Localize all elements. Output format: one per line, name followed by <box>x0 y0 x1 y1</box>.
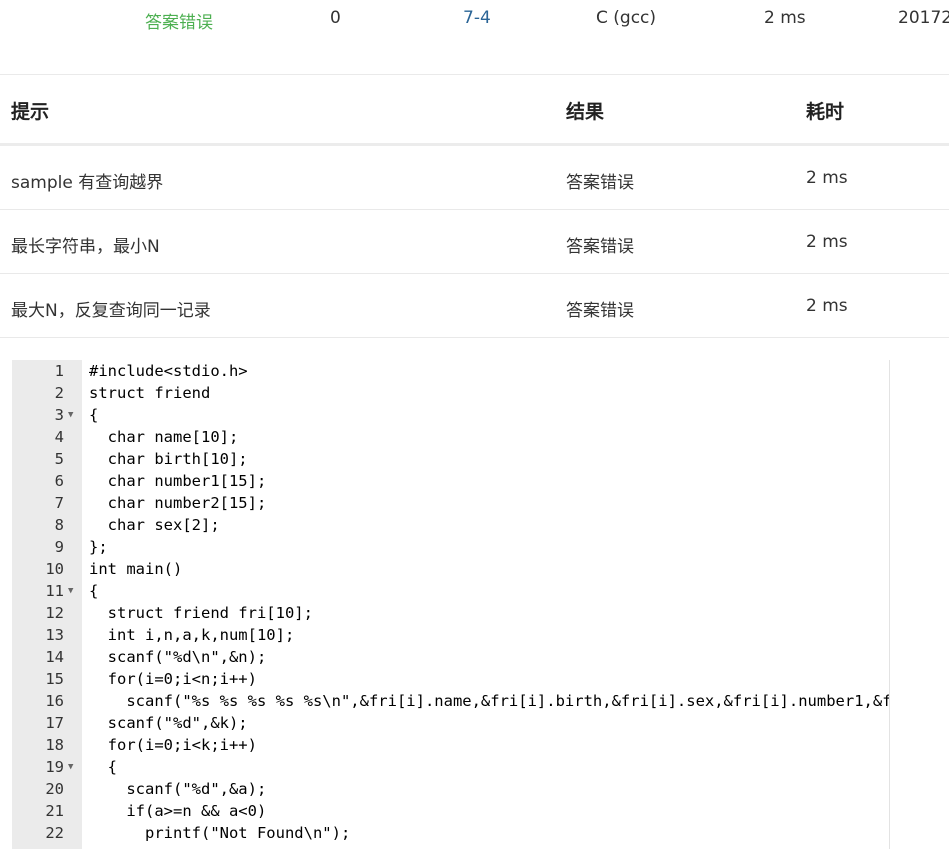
row-time: 2 ms <box>806 168 848 188</box>
line-number: 6 <box>54 472 64 490</box>
fold-toggle-icon[interactable]: ▼ <box>68 404 73 426</box>
submit-time-value: 20172 <box>898 8 949 28</box>
line-number: 17 <box>45 714 64 732</box>
problem-link[interactable]: 7-4 <box>463 8 491 28</box>
fold-toggle-icon[interactable]: ▼ <box>68 580 73 602</box>
code-text: #include<stdio.h> <box>89 362 248 380</box>
code-line[interactable]: 14 scanf("%d\n",&n); <box>12 646 889 668</box>
code-text: struct friend fri[10]; <box>89 604 313 622</box>
fold-toggle-icon[interactable]: ▼ <box>68 756 73 778</box>
code-text: printf("Not Found\n"); <box>89 824 351 842</box>
code-text: char sex[2]; <box>89 516 220 534</box>
line-number: 20 <box>45 780 64 798</box>
line-number: 13 <box>45 626 64 644</box>
code-lines: 1 #include<stdio.h> 2 struct friend 3 ▼{4 cha… <box>12 360 889 844</box>
code-line[interactable]: 1 #include<stdio.h> <box>12 360 889 382</box>
row-hint: 最长字符串，最小N <box>11 237 160 257</box>
row-result: 答案错误 <box>566 301 634 321</box>
code-text: char number2[15]; <box>89 494 267 512</box>
line-number: 5 <box>54 450 64 468</box>
header-hint: 提示 <box>11 101 50 123</box>
line-number: 22 <box>45 824 64 842</box>
line-number: 14 <box>45 648 64 666</box>
header-time: 耗时 <box>806 101 845 123</box>
header-result: 结果 <box>566 101 605 123</box>
line-number: 2 <box>54 384 64 402</box>
code-line[interactable]: 2 struct friend <box>12 382 889 404</box>
row-hint: sample 有查询越界 <box>11 173 164 193</box>
code-text: scanf("%d",&a); <box>89 780 267 798</box>
line-number: 10 <box>45 560 64 578</box>
line-number: 11 <box>45 582 64 600</box>
line-number: 8 <box>54 516 64 534</box>
code-text: for(i=0;i<n;i++) <box>89 670 257 688</box>
code-line[interactable]: 9}; <box>12 536 889 558</box>
code-text: int main() <box>89 560 183 578</box>
code-text: int i,n,a,k,num[10]; <box>89 626 295 644</box>
code-line[interactable]: 13 int i,n,a,k,num[10]; <box>12 624 889 646</box>
line-number: 16 <box>45 692 64 710</box>
submission-summary-row: 答案错误 0 7-4 C (gcc) 2 ms 20172 <box>0 0 949 40</box>
code-editor[interactable]: 1 #include<stdio.h> 2 struct friend 3 ▼{4 cha… <box>12 360 890 849</box>
code-line[interactable]: 17 scanf("%d",&k); <box>12 712 889 734</box>
row-result: 答案错误 <box>566 237 634 257</box>
row-time: 2 ms <box>806 232 848 252</box>
code-text: if(a>=n && a<0) <box>89 802 267 820</box>
score-value: 0 <box>330 8 341 28</box>
code-text: { <box>89 582 99 600</box>
code-line[interactable]: 3 ▼ { <box>12 404 889 426</box>
table-row: sample 有查询越界 答案错误 2 ms <box>0 146 949 210</box>
table-row: 最长字符串，最小N 答案错误 2 ms <box>0 210 949 274</box>
line-number: 9 <box>54 538 64 556</box>
code-line[interactable]: 22 printf("Not Found\n"); <box>12 822 889 844</box>
table-header: 提示 结果 耗时 <box>0 74 949 146</box>
line-number: 12 <box>45 604 64 622</box>
code-text: char number1[15]; <box>89 472 267 490</box>
line-number: 1 <box>54 362 64 380</box>
code-line[interactable]: 16 scanf("%s %s %s %s %s\n",&fri[i].name… <box>12 690 889 712</box>
table-row: 最大N，反复查询同一记录 答案错误 2 ms <box>0 274 949 338</box>
code-text: }; <box>89 538 108 556</box>
code-text: char name[10]; <box>89 428 239 446</box>
code-text: scanf("%d",&k); <box>89 714 248 732</box>
code-text: for(i=0;i<k;i++) <box>89 736 257 754</box>
code-line[interactable]: 20 scanf("%d",&a); <box>12 778 889 800</box>
line-number: 21 <box>45 802 64 820</box>
code-line[interactable]: 11 ▼ { <box>12 580 889 602</box>
test-results-table: 提示 结果 耗时 sample 有查询越界 答案错误 2 ms 最长字符串，最小… <box>0 74 949 338</box>
code-line[interactable]: 21 if(a>=n && a<0) <box>12 800 889 822</box>
time-value: 2 ms <box>764 8 806 28</box>
status-badge: 答案错误 <box>145 13 213 33</box>
code-line[interactable]: 19 ▼ { <box>12 756 889 778</box>
line-number: 15 <box>45 670 64 688</box>
compiler-value: C (gcc) <box>596 8 657 28</box>
code-line[interactable]: 18 for(i=0;i<k;i++) <box>12 734 889 756</box>
line-number: 7 <box>54 494 64 512</box>
line-number: 18 <box>45 736 64 754</box>
code-line[interactable]: 7 char number2[15]; <box>12 492 889 514</box>
code-text: { <box>89 406 99 424</box>
code-line[interactable]: 15 for(i=0;i<n;i++) <box>12 668 889 690</box>
code-text: scanf("%d\n",&n); <box>89 648 267 666</box>
code-line[interactable]: 4 char name[10]; <box>12 426 889 448</box>
line-number: 19 <box>45 758 64 776</box>
code-line[interactable]: 6 char number1[15]; <box>12 470 889 492</box>
line-number: 3 <box>54 406 64 424</box>
code-line[interactable]: 5 char birth[10]; <box>12 448 889 470</box>
code-text: { <box>89 758 117 776</box>
row-hint: 最大N，反复查询同一记录 <box>11 301 211 321</box>
code-line[interactable]: 10 int main() <box>12 558 889 580</box>
code-line[interactable]: 8 char sex[2]; <box>12 514 889 536</box>
code-text: scanf("%s %s %s %s %s\n",&fri[i].name,&f… <box>89 692 890 710</box>
row-time: 2 ms <box>806 296 848 316</box>
row-result: 答案错误 <box>566 173 634 193</box>
code-text: char birth[10]; <box>89 450 248 468</box>
line-number: 4 <box>54 428 64 446</box>
code-text: struct friend <box>89 384 211 402</box>
code-line[interactable]: 12 struct friend fri[10]; <box>12 602 889 624</box>
